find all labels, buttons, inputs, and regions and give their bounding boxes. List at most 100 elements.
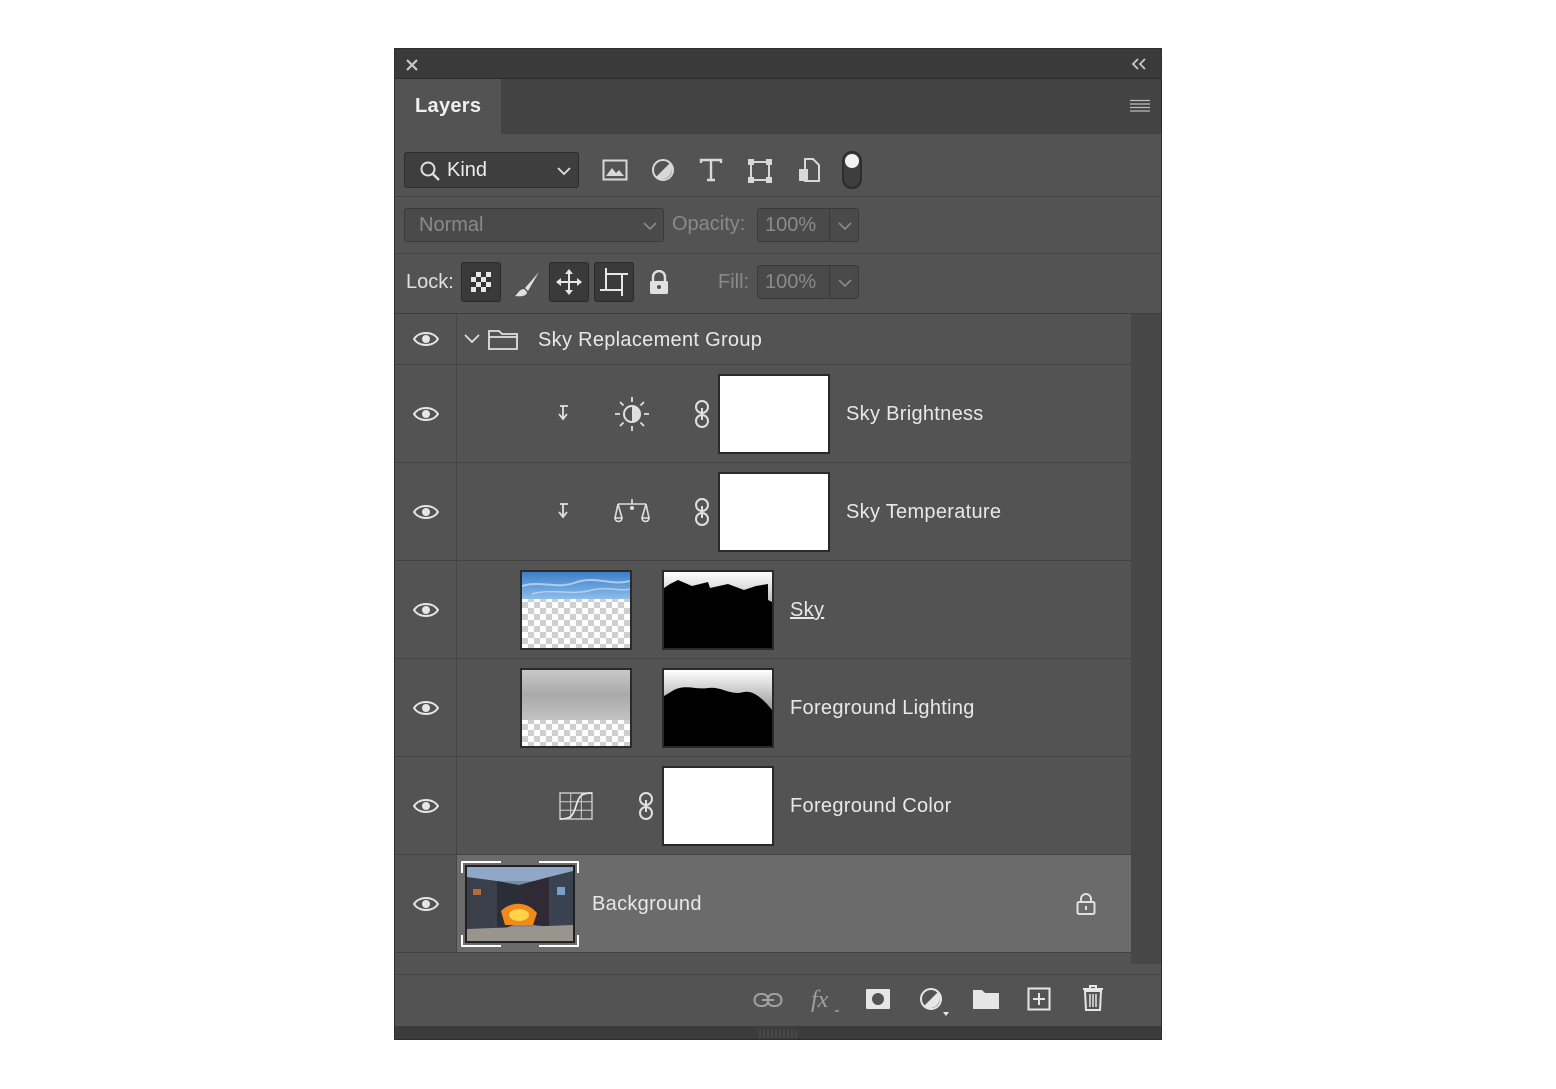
filter-toggle-switch[interactable]: [842, 151, 862, 189]
shape-filter-icon[interactable]: [747, 158, 773, 184]
type-filter-icon[interactable]: [699, 158, 723, 182]
opacity-label: Opacity:: [672, 213, 746, 235]
chevron-down-icon: [643, 222, 657, 231]
eye-icon[interactable]: [413, 797, 439, 815]
layer-mask-thumbnail[interactable]: [662, 766, 774, 846]
brightness-contrast-icon: [615, 397, 649, 431]
visibility-cell: [395, 561, 457, 658]
chevron-down-icon[interactable]: [838, 221, 852, 231]
layer-row-sky-temperature[interactable]: Sky Temperature: [395, 463, 1131, 561]
adjustment-filter-icon[interactable]: [651, 158, 675, 182]
lock-artboard-button[interactable]: [594, 262, 634, 302]
link-icon[interactable]: [638, 791, 654, 821]
eye-icon[interactable]: [413, 330, 439, 348]
layer-mask-thumbnail[interactable]: [718, 472, 830, 552]
clipping-arrow-icon: [558, 503, 568, 519]
curves-icon: [559, 792, 593, 820]
visibility-cell: [395, 855, 457, 952]
lock-position-button[interactable]: [549, 262, 589, 302]
svg-text:fx: fx: [811, 987, 829, 1013]
checkerboard-icon: [471, 272, 491, 292]
blend-row: Normal Opacity: 100%: [395, 197, 1161, 253]
fill-value: 100%: [765, 271, 817, 293]
layer-thumbnail-selection-frame: [461, 861, 579, 947]
bottom-toolbar: fx: [395, 974, 1161, 1027]
layers-panel: Layers Kind Normal Opacity: 100% Lock: F…: [394, 48, 1162, 1040]
lock-label: Lock:: [406, 271, 454, 293]
layer-row-background[interactable]: Background: [395, 855, 1131, 953]
kind-filter-label: Kind: [447, 159, 488, 181]
filter-row: Kind: [395, 134, 1161, 196]
image-filter-icon[interactable]: [602, 159, 628, 181]
eye-icon[interactable]: [413, 503, 439, 521]
layer-name[interactable]: Foreground Color: [790, 795, 952, 818]
layer-name[interactable]: Sky Temperature: [846, 501, 1001, 524]
layer-list-scrollbar[interactable]: [1131, 314, 1161, 964]
layer-mask-thumbnail[interactable]: [662, 570, 774, 650]
tab-layers-label: Layers: [415, 95, 482, 117]
lock-row: Lock: Fill: 100%: [395, 254, 1161, 313]
fill-field[interactable]: 100%: [757, 265, 859, 299]
layer-name[interactable]: Background: [592, 893, 702, 916]
blend-mode-value: Normal: [419, 214, 484, 236]
resize-handle-bar: [395, 1026, 1161, 1039]
eye-icon[interactable]: [413, 699, 439, 717]
blend-mode-dropdown[interactable]: Normal: [404, 208, 664, 242]
collapse-double-chevron-icon[interactable]: [1131, 58, 1147, 70]
fx-icon[interactable]: fx: [809, 985, 843, 1015]
layer-row-foreground-color[interactable]: Foreground Color: [395, 757, 1131, 855]
chevron-down-icon[interactable]: [464, 333, 480, 345]
layer-list: Sky Replacement Group Sky Brightness Sky…: [395, 314, 1131, 964]
fill-label: Fill:: [718, 271, 750, 293]
new-adjustment-layer-icon[interactable]: [919, 987, 951, 1017]
new-layer-icon[interactable]: [1027, 987, 1051, 1011]
search-icon: [420, 161, 440, 181]
new-group-icon[interactable]: [972, 988, 1000, 1010]
layer-name[interactable]: Foreground Lighting: [790, 697, 975, 720]
layer-thumbnail[interactable]: [520, 570, 632, 650]
visibility-cell: [395, 314, 457, 364]
lock-transparent-pixels-button[interactable]: [461, 262, 501, 302]
layer-row-foreground-lighting[interactable]: Foreground Lighting: [395, 659, 1131, 757]
panel-menu-icon[interactable]: [1130, 99, 1150, 113]
resize-grip-icon[interactable]: [758, 1030, 798, 1038]
kind-filter-dropdown[interactable]: Kind: [404, 152, 579, 188]
eye-icon[interactable]: [413, 405, 439, 423]
layer-row-sky-replacement-group[interactable]: Sky Replacement Group: [395, 314, 1131, 365]
layer-mask-thumbnail[interactable]: [662, 668, 774, 748]
opacity-field[interactable]: 100%: [757, 208, 859, 242]
link-icon[interactable]: [694, 399, 710, 429]
eye-icon[interactable]: [413, 895, 439, 913]
clipping-arrow-icon: [558, 405, 568, 421]
brush-icon[interactable]: [513, 270, 541, 298]
lock-icon[interactable]: [1075, 892, 1097, 916]
visibility-cell: [395, 365, 457, 462]
link-layers-icon[interactable]: [753, 991, 783, 1009]
tab-bar: Layers: [395, 79, 1161, 134]
opacity-value: 100%: [765, 214, 817, 236]
panel-title-bar: [395, 49, 1161, 79]
smart-object-filter-icon[interactable]: [797, 157, 821, 183]
add-mask-icon[interactable]: [865, 988, 891, 1010]
color-balance-icon: [614, 499, 650, 523]
layer-name[interactable]: Sky Replacement Group: [538, 329, 762, 352]
toggle-knob: [845, 154, 859, 168]
layer-row-sky-brightness[interactable]: Sky Brightness: [395, 365, 1131, 463]
layer-mask-thumbnail[interactable]: [718, 374, 830, 454]
layer-thumbnail[interactable]: [465, 865, 575, 943]
chevron-down-icon[interactable]: [838, 278, 852, 288]
layer-thumbnail[interactable]: [520, 668, 632, 748]
layer-row-sky[interactable]: Sky: [395, 561, 1131, 659]
artboard-icon: [600, 268, 628, 296]
delete-layer-icon[interactable]: [1082, 985, 1104, 1011]
eye-icon[interactable]: [413, 601, 439, 619]
layer-name[interactable]: Sky: [790, 599, 824, 622]
visibility-cell: [395, 463, 457, 560]
folder-icon: [488, 330, 518, 350]
close-icon[interactable]: [406, 59, 418, 71]
visibility-cell: [395, 659, 457, 756]
lock-all-icon[interactable]: [648, 270, 670, 296]
link-icon[interactable]: [694, 497, 710, 527]
tab-layers[interactable]: Layers: [395, 79, 501, 134]
layer-name[interactable]: Sky Brightness: [846, 403, 984, 426]
